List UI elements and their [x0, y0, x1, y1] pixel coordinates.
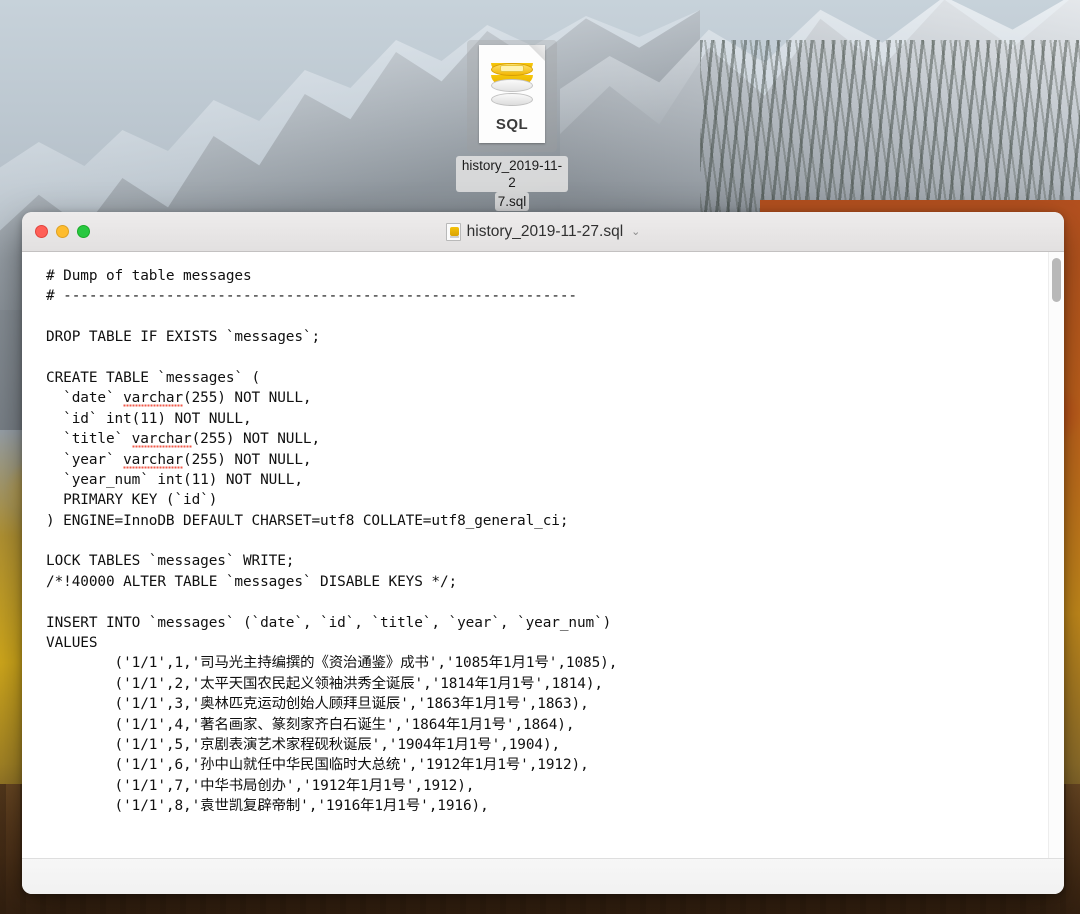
sql-file-icon[interactable]: SQL — [467, 40, 557, 152]
scrollbar-thumb[interactable] — [1052, 258, 1061, 302]
document-body: # Dump of table messages # --------------… — [22, 252, 1064, 858]
database-cylinder-icon — [491, 63, 533, 107]
minimize-button[interactable] — [56, 225, 69, 238]
chevron-down-icon[interactable]: ⌄ — [631, 225, 640, 238]
vertical-scrollbar[interactable] — [1048, 252, 1064, 858]
sql-text-content[interactable]: # Dump of table messages # --------------… — [22, 252, 1048, 858]
window-statusbar — [22, 858, 1064, 894]
sql-editor-window[interactable]: history_2019-11-27.sql ⌄ # Dump of table… — [22, 212, 1064, 894]
page-fold-icon — [529, 45, 545, 61]
close-button[interactable] — [35, 225, 48, 238]
zoom-button[interactable] — [77, 225, 90, 238]
sql-document-icon — [445, 222, 461, 241]
file-type-label: SQL — [495, 116, 529, 133]
filename-line-1: history_2019-11-2 — [456, 156, 568, 192]
window-title: history_2019-11-27.sql — [466, 222, 624, 240]
desktop-icon-filename: history_2019-11-2 7.sql — [456, 156, 568, 211]
desktop-file-icon[interactable]: SQL history_2019-11-2 7.sql — [456, 40, 568, 211]
filename-line-2: 7.sql — [494, 192, 530, 211]
window-title-group: history_2019-11-27.sql ⌄ — [22, 212, 1064, 251]
window-controls[interactable] — [35, 225, 90, 238]
desktop: SQL history_2019-11-2 7.sql history_2019… — [0, 0, 1080, 914]
document-page-icon: SQL — [479, 45, 545, 143]
window-titlebar[interactable]: history_2019-11-27.sql ⌄ — [22, 212, 1064, 252]
